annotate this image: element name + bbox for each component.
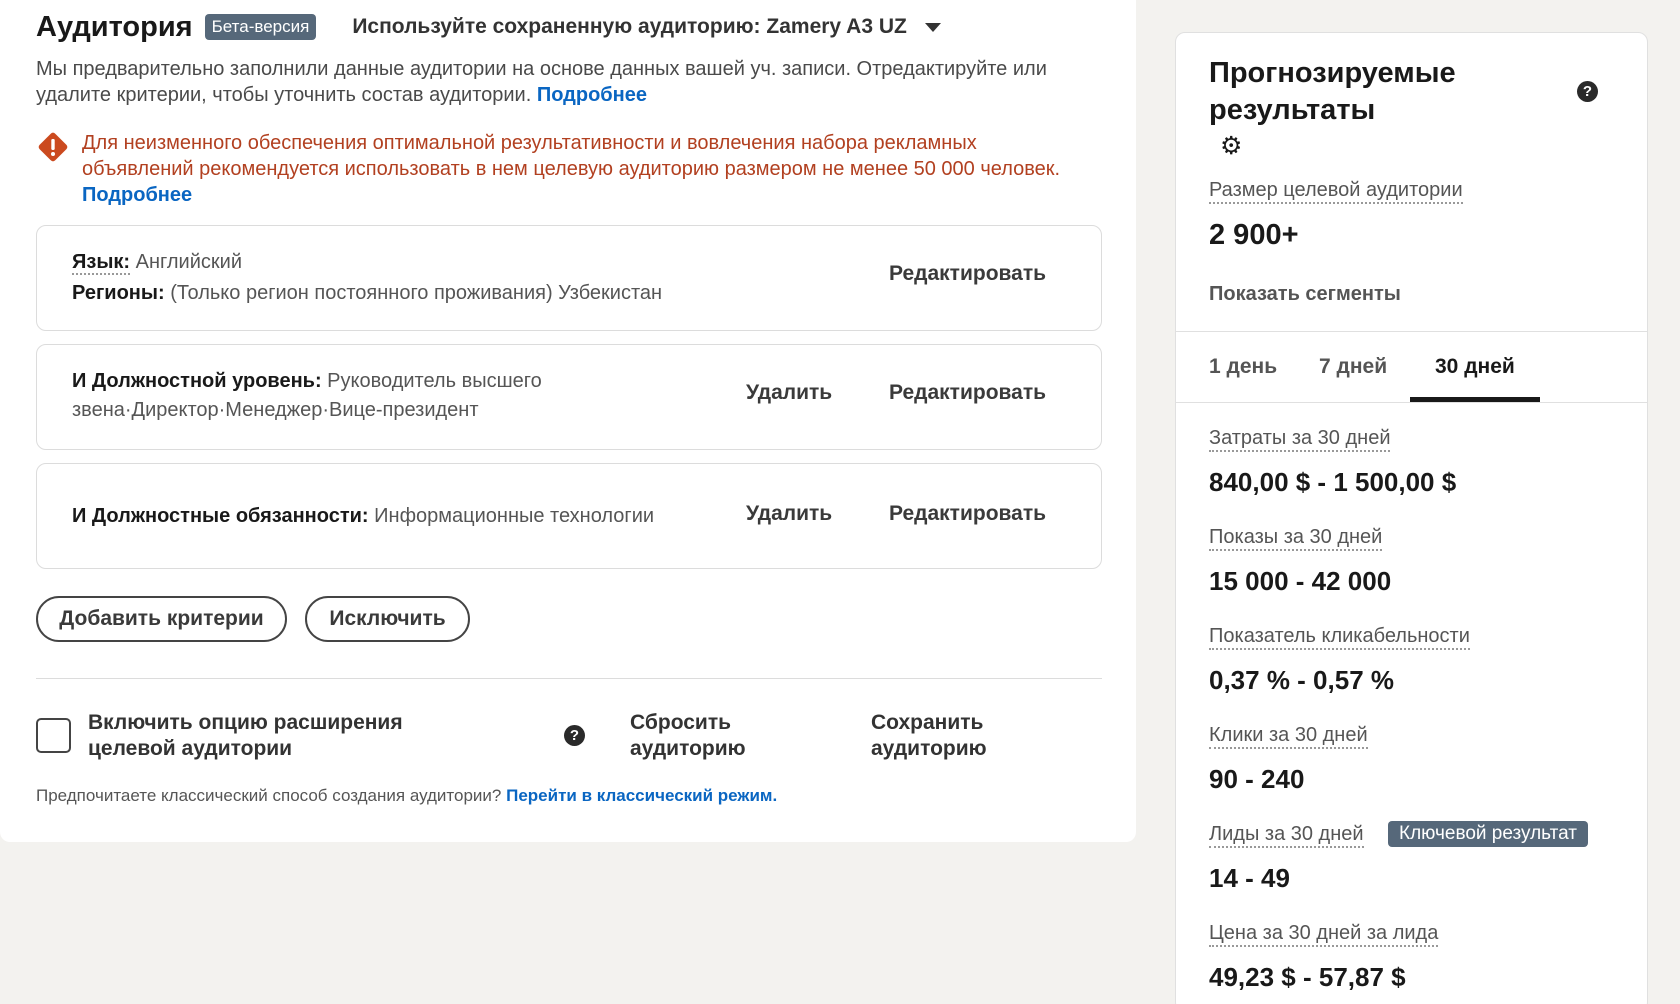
job-function-key: И Должностные обязанности: xyxy=(72,505,369,527)
save-line-2: аудиторию xyxy=(871,737,987,760)
reset-audience-button[interactable]: Сбросить аудиторию xyxy=(630,710,746,762)
classic-mode-prompt: Предпочитаете классический способ создан… xyxy=(36,786,777,806)
regions-key: Регионы: xyxy=(72,282,165,304)
metric-ctr-value: 0,37 % - 0,57 % xyxy=(1209,665,1394,695)
key-result-badge: Ключевой результат xyxy=(1388,821,1588,847)
audience-expansion-checkbox[interactable] xyxy=(36,718,71,753)
reset-line-2: аудиторию xyxy=(630,737,746,760)
seniority-line: И Должностной уровень: Руководитель высш… xyxy=(72,367,632,425)
tab-1-day[interactable]: 1 день xyxy=(1209,355,1277,379)
intro-text: Мы предварительно заполнили данные аудит… xyxy=(36,56,1086,108)
saved-audience-dropdown[interactable]: Используйте сохраненную аудиторию: Zamer… xyxy=(352,15,941,39)
tab-30-days[interactable]: 30 дней xyxy=(1435,355,1515,379)
audience-size-warning: Для неизменного обеспечения оптимальной … xyxy=(36,130,1086,208)
exclude-button[interactable]: Исключить xyxy=(305,596,470,642)
saved-audience-label: Используйте сохраненную аудиторию: Zamer… xyxy=(352,15,907,38)
criteria-card-job-function: И Должностные обязанности: Информационны… xyxy=(36,463,1102,569)
language-key: Язык: xyxy=(72,251,131,275)
metric-clicks-value: 90 - 240 xyxy=(1209,764,1305,794)
save-audience-button[interactable]: Сохранить аудиторию xyxy=(871,710,987,762)
metric-spend-value: 840,00 $ - 1 500,00 $ xyxy=(1209,467,1457,497)
language-line: Язык: Английский xyxy=(72,248,242,277)
warning-body: Для неизменного обеспечения оптимальной … xyxy=(82,132,1061,180)
classic-text: Предпочитаете классический способ создан… xyxy=(36,786,502,805)
warning-diamond-icon xyxy=(38,132,68,162)
caret-down-icon xyxy=(924,22,941,32)
classic-mode-link[interactable]: Перейти в классический режим. xyxy=(506,786,777,805)
show-segments-link[interactable]: Показать сегменты xyxy=(1209,283,1401,306)
job-function-line: И Должностные обязанности: Информационны… xyxy=(72,502,654,531)
question-circle-icon[interactable]: ? xyxy=(1577,81,1598,102)
forecast-title: Прогнозируемые результаты xyxy=(1209,57,1456,126)
beta-badge: Бета-версия xyxy=(204,14,317,40)
metric-leads-label: Лиды за 30 дней xyxy=(1209,823,1364,848)
divider xyxy=(36,678,1102,679)
metric-cost-per-lead-label: Цена за 30 дней за лида xyxy=(1209,922,1439,947)
audience-header: Аудитория Бета-версия Используйте сохран… xyxy=(36,10,941,44)
delete-seniority-button[interactable]: Удалить xyxy=(746,381,832,405)
criteria-card-location: Язык: Английский Регионы: (Только регион… xyxy=(36,225,1102,331)
audience-size-value: 2 900+ xyxy=(1209,219,1299,251)
reset-line-1: Сбросить xyxy=(630,711,732,734)
delete-job-function-button[interactable]: Удалить xyxy=(746,502,832,526)
audience-size-label: Размер целевой аудитории xyxy=(1209,179,1463,204)
tabs-divider xyxy=(1176,402,1647,403)
metric-cost-per-lead-value: 49,23 $ - 57,87 $ xyxy=(1209,962,1406,992)
save-line-1: Сохранить xyxy=(871,711,984,734)
tab-7-days[interactable]: 7 дней xyxy=(1319,355,1387,379)
seniority-key: И Должностной уровень: xyxy=(72,370,322,392)
question-circle-icon[interactable]: ? xyxy=(564,725,585,746)
job-function-value: Информационные технологии xyxy=(374,505,655,527)
expansion-line-2: целевой аудитории xyxy=(88,737,293,760)
metric-ctr-label: Показатель кликабельности xyxy=(1209,625,1470,650)
metric-leads-value: 14 - 49 xyxy=(1209,863,1290,893)
warning-learn-more-link[interactable]: Подробнее xyxy=(82,184,192,206)
metric-impressions-label: Показы за 30 дней xyxy=(1209,526,1383,551)
regions-value: (Только регион постоянного проживания) У… xyxy=(170,282,663,304)
gear-icon[interactable]: ⚙ xyxy=(1220,131,1242,161)
intro-learn-more-link[interactable]: Подробнее xyxy=(537,84,647,106)
warning-text: Для неизменного обеспечения оптимальной … xyxy=(82,130,1086,208)
regions-line: Регионы: (Только регион постоянного прож… xyxy=(72,279,662,308)
edit-seniority-button[interactable]: Редактировать xyxy=(889,381,1046,405)
metric-impressions-value: 15 000 - 42 000 xyxy=(1209,566,1392,596)
expansion-line-1: Включить опцию расширения xyxy=(88,711,403,734)
audience-title: Аудитория xyxy=(36,10,193,43)
forecast-panel: Прогнозируемые результаты ? ⚙ Размер цел… xyxy=(1175,32,1648,1004)
seniority-value-1: Руководитель высшего xyxy=(327,370,542,392)
metric-spend-label: Затраты за 30 дней xyxy=(1209,427,1391,452)
criteria-card-seniority: И Должностной уровень: Руководитель высш… xyxy=(36,344,1102,450)
edit-location-button[interactable]: Редактировать xyxy=(889,262,1046,286)
panel-divider xyxy=(1176,331,1647,332)
audience-expansion-label: Включить опцию расширения целевой аудито… xyxy=(88,710,403,762)
metric-clicks-label: Клики за 30 дней xyxy=(1209,724,1368,749)
seniority-value-2: звена·Директор·Менеджер·Вице-президент xyxy=(72,399,479,421)
add-criteria-button[interactable]: Добавить критерии xyxy=(36,596,287,642)
audience-card: Аудитория Бета-версия Используйте сохран… xyxy=(0,0,1136,842)
language-value: Английский xyxy=(135,251,242,273)
edit-job-function-button[interactable]: Редактировать xyxy=(889,502,1046,526)
